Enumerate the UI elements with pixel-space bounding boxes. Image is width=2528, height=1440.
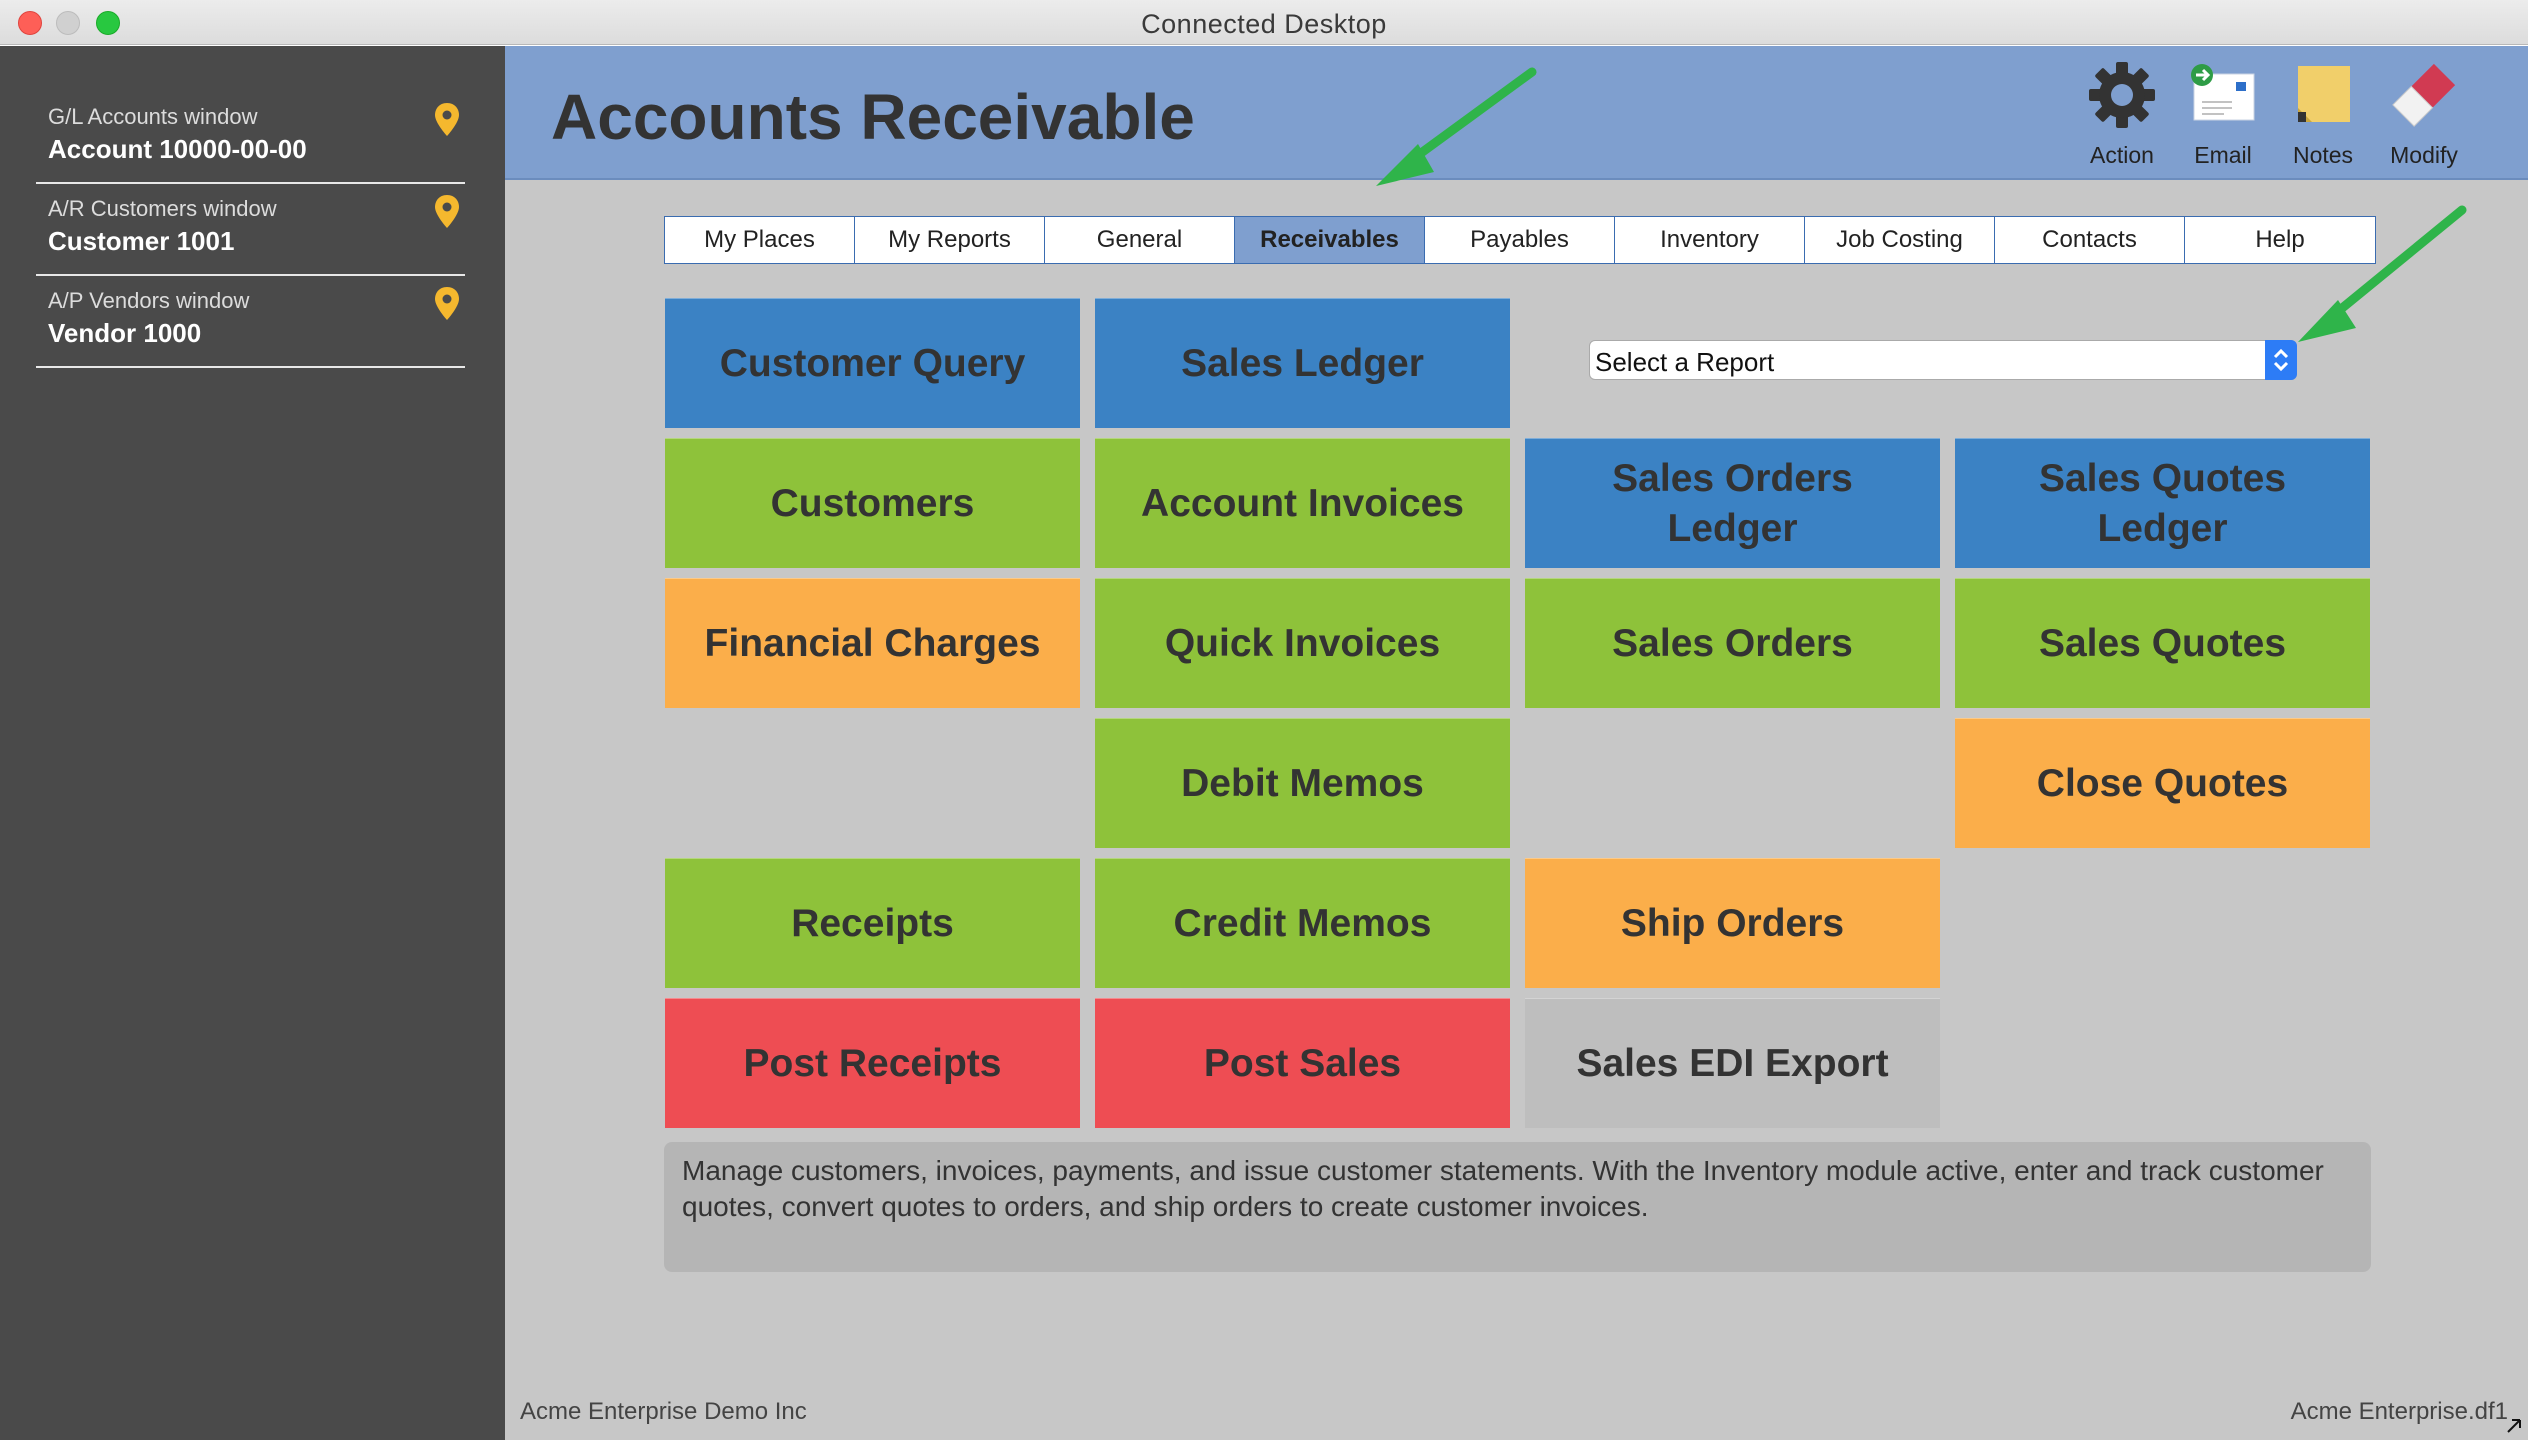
customers-button[interactable]: Customers xyxy=(665,438,1080,568)
tab-payables[interactable]: Payables xyxy=(1425,217,1615,263)
company-name: Acme Enterprise Demo Inc xyxy=(520,1398,807,1425)
tool-label: Action xyxy=(2090,142,2154,168)
resize-grip-icon[interactable] xyxy=(2504,1416,2524,1436)
financial-charges-button[interactable]: Financial Charges xyxy=(665,578,1080,708)
action-button[interactable]: Action xyxy=(2072,60,2172,176)
place-ap-vendors[interactable]: A/P Vendors window Vendor 1000 xyxy=(36,276,465,368)
customer-query-button[interactable]: Customer Query xyxy=(665,298,1080,428)
close-quotes-button[interactable]: Close Quotes xyxy=(1955,718,2370,848)
sales-ledger-button[interactable]: Sales Ledger xyxy=(1095,298,1510,428)
account-invoices-button[interactable]: Account Invoices xyxy=(1095,438,1510,568)
tab-contacts[interactable]: Contacts xyxy=(1995,217,2185,263)
modify-button[interactable]: Modify xyxy=(2374,60,2474,176)
module-description: Manage customers, invoices, payments, an… xyxy=(664,1142,2371,1272)
ship-orders-button[interactable]: Ship Orders xyxy=(1525,858,1940,988)
title-bar: Connected Desktop xyxy=(0,0,2528,45)
location-pin-icon[interactable] xyxy=(433,102,461,138)
location-pin-icon[interactable] xyxy=(433,194,461,230)
post-receipts-button[interactable]: Post Receipts xyxy=(665,998,1080,1128)
report-select-value: Select a Report xyxy=(1595,347,1775,377)
location-pin-icon[interactable] xyxy=(433,286,461,322)
place-label: A/P Vendors window xyxy=(48,288,250,313)
tab-receivables[interactable]: Receivables xyxy=(1235,217,1425,263)
window-title: Connected Desktop xyxy=(1141,9,1387,39)
place-value: Customer 1001 xyxy=(48,226,235,256)
place-value: Account 10000-00-00 xyxy=(48,134,307,164)
gear-icon xyxy=(2089,62,2155,128)
place-label: G/L Accounts window xyxy=(48,104,258,129)
tab-general[interactable]: General xyxy=(1045,217,1235,263)
sidebar: G/L Accounts window Account 10000-00-00 … xyxy=(0,46,505,1440)
module-tabs: My Places My Reports General Receivables… xyxy=(664,216,2376,264)
annotation-arrow-icon xyxy=(1376,67,1537,186)
sales-orders-button[interactable]: Sales Orders xyxy=(1525,578,1940,708)
sales-quotes-ledger-button[interactable]: Sales Quotes Ledger xyxy=(1955,438,2370,568)
tool-label: Email xyxy=(2194,142,2252,168)
place-ar-customers[interactable]: A/R Customers window Customer 1001 xyxy=(36,184,465,276)
main-panel: Accounts Receivable Action Email Notes M… xyxy=(505,46,2528,1440)
report-select[interactable]: Select a Report xyxy=(1589,340,2297,380)
email-icon xyxy=(2191,64,2255,121)
post-sales-button[interactable]: Post Sales xyxy=(1095,998,1510,1128)
eraser-icon xyxy=(2392,63,2456,127)
sales-orders-ledger-button[interactable]: Sales Orders Ledger xyxy=(1525,438,1940,568)
tab-my-places[interactable]: My Places xyxy=(665,217,855,263)
page-title: Accounts Receivable xyxy=(551,81,1195,153)
tab-inventory[interactable]: Inventory xyxy=(1615,217,1805,263)
debit-memos-button[interactable]: Debit Memos xyxy=(1095,718,1510,848)
notes-button[interactable]: Notes xyxy=(2273,60,2373,176)
sales-quotes-button[interactable]: Sales Quotes xyxy=(1955,578,2370,708)
receipts-button[interactable]: Receipts xyxy=(665,858,1080,988)
place-label: A/R Customers window xyxy=(48,196,277,221)
data-file-name: Acme Enterprise.df1 xyxy=(2290,1398,2508,1425)
tab-my-reports[interactable]: My Reports xyxy=(855,217,1045,263)
email-button[interactable]: Email xyxy=(2173,60,2273,176)
tool-label: Modify xyxy=(2390,142,2458,168)
quick-invoices-button[interactable]: Quick Invoices xyxy=(1095,578,1510,708)
note-icon xyxy=(2298,66,2350,122)
place-gl-accounts[interactable]: G/L Accounts window Account 10000-00-00 xyxy=(36,92,465,184)
annotation-arrow-icon xyxy=(2298,205,2467,342)
sales-edi-export-button[interactable]: Sales EDI Export xyxy=(1525,998,1940,1128)
tool-label: Notes xyxy=(2292,142,2354,168)
credit-memos-button[interactable]: Credit Memos xyxy=(1095,858,1510,988)
tab-job-costing[interactable]: Job Costing xyxy=(1805,217,1995,263)
place-value: Vendor 1000 xyxy=(48,318,202,348)
